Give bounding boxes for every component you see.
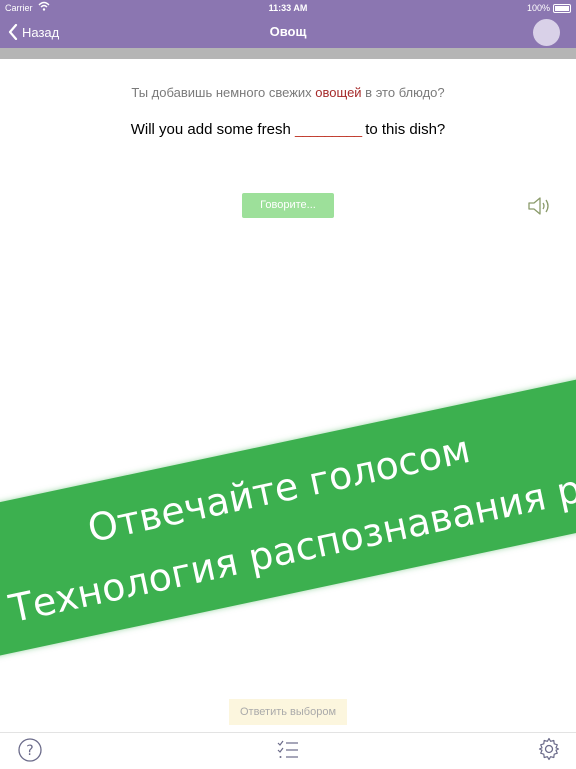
speaker-icon[interactable] — [527, 195, 553, 217]
progress-band — [0, 48, 576, 59]
checklist-icon[interactable] — [277, 739, 299, 761]
ru-highlight-word: овощей — [315, 85, 362, 100]
answer-blank: _________ — [294, 121, 362, 138]
russian-sentence: Ты добавишь немного свежих овощей в это … — [0, 85, 576, 100]
status-bar: Carrier 11:33 AM 100% — [0, 0, 576, 16]
promo-banner-text: Отвечайте голосом Технология распознаван… — [0, 399, 576, 665]
status-time: 11:33 AM — [268, 3, 308, 13]
question-icon[interactable]: ? — [18, 738, 42, 762]
avatar[interactable] — [533, 19, 560, 46]
page-title: Овощ — [269, 24, 307, 39]
gear-icon[interactable] — [537, 737, 561, 761]
en-text-before: Will you add some fresh — [130, 121, 295, 138]
bottom-toolbar: ? — [0, 732, 576, 769]
en-text-after: to this dish? — [361, 121, 446, 138]
answer-choice-button[interactable]: Ответить выбором — [229, 699, 347, 725]
english-sentence: Will you add some fresh _________ to thi… — [0, 121, 576, 138]
ru-text-after: в это блюдо? — [361, 85, 445, 100]
svg-text:?: ? — [26, 743, 33, 759]
ru-text-before: Ты добавишь немного свежих — [131, 85, 316, 100]
battery-percentage: 100% — [526, 3, 550, 13]
top-bar: Carrier 11:33 AM 100% Назад Овощ — [0, 0, 576, 48]
speak-button[interactable]: Говорите... — [242, 193, 334, 218]
battery-icon — [553, 4, 571, 13]
